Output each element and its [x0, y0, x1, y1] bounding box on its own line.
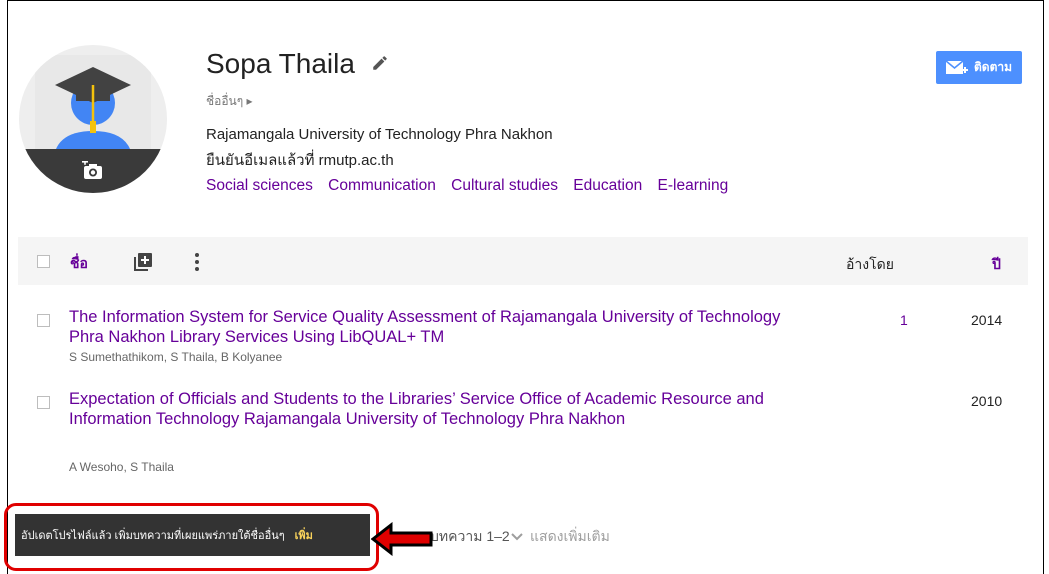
article-title-link[interactable]: Expectation of Officials and Students to…	[69, 389, 779, 429]
interest-link[interactable]: Cultural studies	[451, 177, 558, 194]
change-photo-bar[interactable]	[19, 149, 167, 193]
sort-by-year[interactable]: ปี	[992, 254, 1001, 276]
research-interests: Social sciences Communication Cultural s…	[206, 177, 739, 195]
profile-name: Sopa Thaila	[206, 48, 355, 79]
interest-link[interactable]: Education	[573, 177, 642, 194]
interest-link[interactable]: Social sciences	[206, 177, 313, 194]
cited-by-link[interactable]: 1	[900, 312, 908, 328]
annotation-highlight-box	[4, 503, 379, 571]
articles-count: บทความ 1–2	[430, 528, 510, 544]
show-more-button[interactable]: แสดงเพิ่มเติม	[510, 526, 610, 548]
chevron-down-icon	[511, 533, 523, 541]
edit-pencil-icon[interactable]	[371, 54, 389, 72]
affiliation: Rajamangala University of Technology Phr…	[206, 126, 553, 143]
more-vert-icon[interactable]	[194, 252, 200, 272]
sort-by-cited[interactable]: อ้างโดย	[846, 254, 894, 276]
add-column-icon[interactable]	[133, 252, 153, 272]
article-year: 2014	[971, 312, 1003, 328]
verified-email: ยืนยันอีเมลแล้วที่ rmutp.ac.th	[206, 152, 394, 169]
interest-link[interactable]: E-learning	[658, 177, 729, 194]
follow-button[interactable]: ติดตาม	[936, 51, 1022, 84]
follow-mail-icon	[945, 59, 968, 74]
profile-avatar[interactable]	[19, 45, 167, 193]
sort-by-title[interactable]: ชื่อ	[70, 253, 88, 275]
article-year: 2010	[971, 393, 1003, 409]
article-authors: A Wesoho, S Thaila	[69, 460, 174, 474]
article-title-link[interactable]: The Information System for Service Quali…	[69, 307, 799, 347]
interest-link[interactable]: Communication	[328, 177, 436, 194]
annotation-arrow-icon	[371, 522, 433, 556]
show-more-label: แสดงเพิ่มเติม	[530, 528, 610, 544]
article-authors: S Sumethathikom, S Thaila, B Kolyanee	[69, 350, 283, 364]
row-checkbox[interactable]	[37, 314, 50, 327]
row-checkbox[interactable]	[37, 396, 50, 409]
add-photo-icon[interactable]	[82, 161, 104, 181]
other-names-toggle[interactable]: ชื่ออื่นๆ ▸	[206, 92, 253, 111]
follow-label: ติดตาม	[973, 60, 1013, 74]
select-all-checkbox[interactable]	[37, 255, 50, 268]
